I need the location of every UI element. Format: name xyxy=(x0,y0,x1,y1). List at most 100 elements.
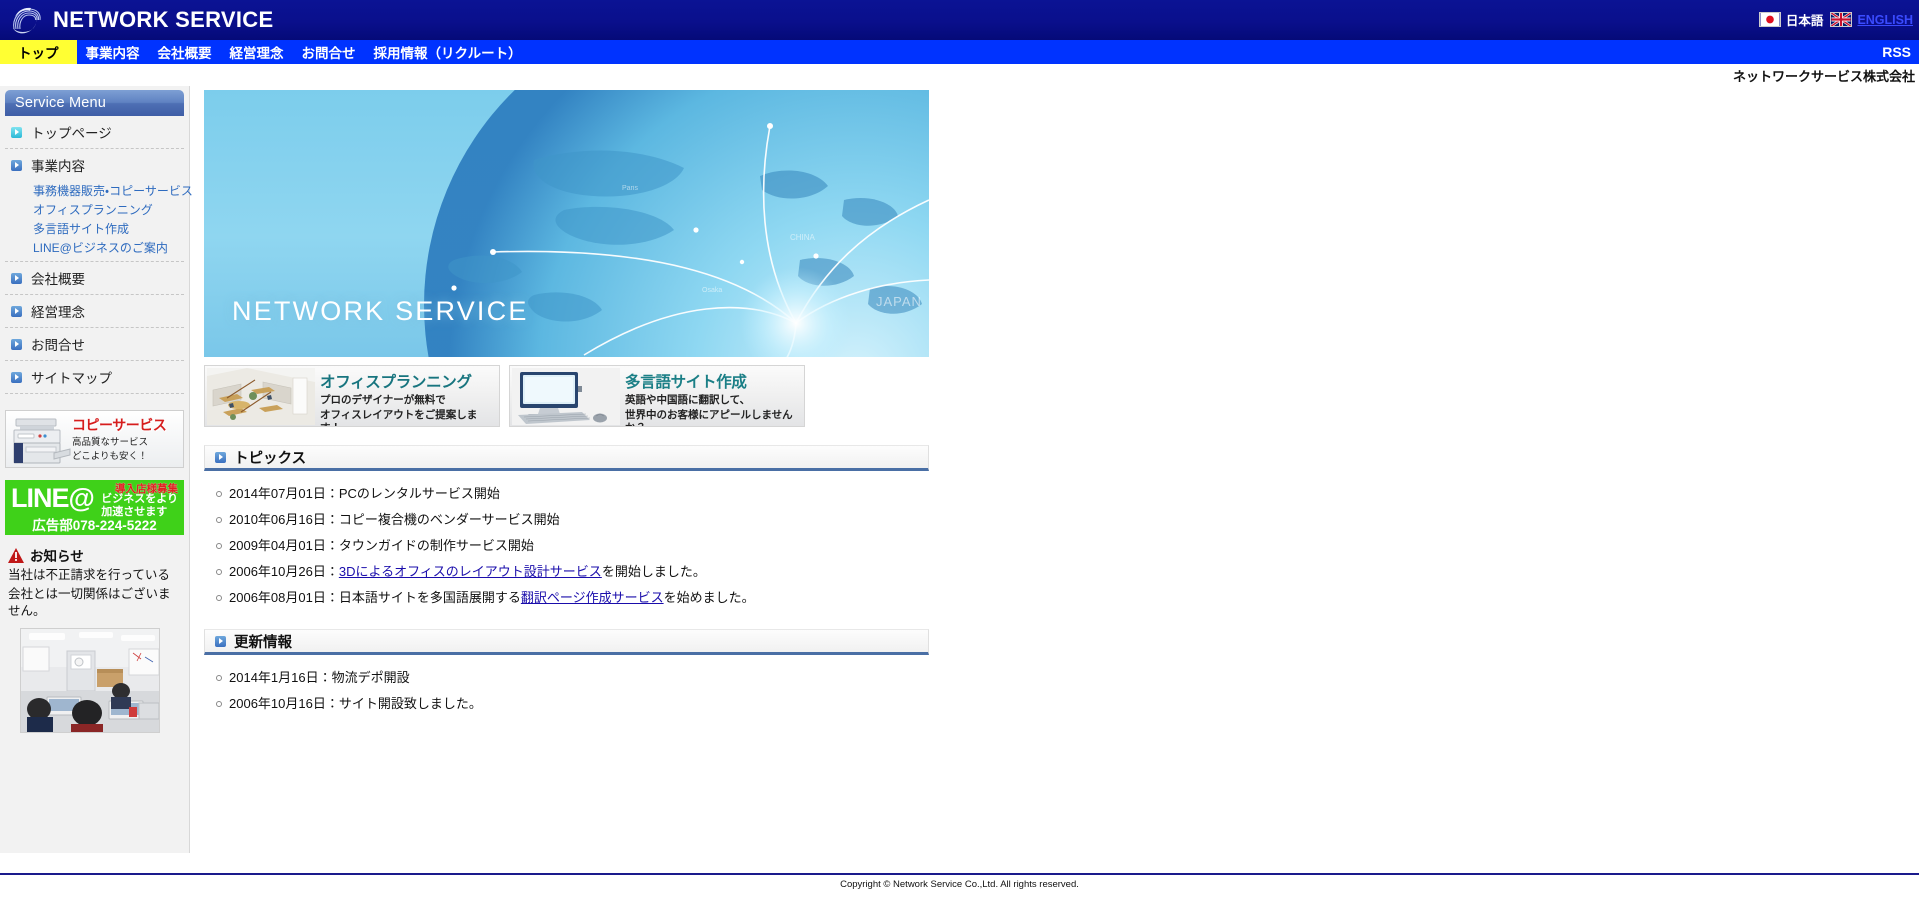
lang-english[interactable]: ENGLISH xyxy=(1830,12,1913,27)
topic-link-3d-layout[interactable]: 3Dによるオフィスのレイアウト設計サービス xyxy=(339,564,602,579)
rss-link[interactable]: RSS xyxy=(1882,40,1911,64)
topic-prefix: 2006年08月01日：日本語サイトを多国語展開する xyxy=(229,590,521,605)
list-item: 2006年08月01日：日本語サイトを多国語展開する翻訳ページ作成サービスを始め… xyxy=(204,585,930,611)
brand[interactable]: NETWORK SERVICE xyxy=(0,5,273,35)
line-business-banner[interactable]: LINE@ 導入店様募集 ビジネスをより 加速させます 広告部078-224-5… xyxy=(5,480,184,535)
promo-text: 多言語サイト作成 英語や中国語に翻訳して、 世界中のお客様にアピールしませんか？ xyxy=(625,370,800,426)
bullet-icon xyxy=(216,543,222,549)
sidebar-submenu: 事務機器販売・コピーサービス オフィスプランニング 多言語サイト作成 LINE@… xyxy=(5,181,193,262)
copier-service-banner[interactable]: コピーサービス 高品質なサービス どこよりも安く！ xyxy=(5,410,184,468)
svg-text:Paris: Paris xyxy=(622,185,638,192)
line-banner-phone: 広告部078-224-5222 xyxy=(32,518,157,533)
sidebar-item-label: 会社概要 xyxy=(31,272,85,287)
main-navigation: トップ 事業内容 会社概要 経営理念 お問合せ 採用情報（リクルート） RSS xyxy=(0,40,1919,64)
language-switcher: 日本語 ENGLISH xyxy=(1758,10,1913,29)
bullet-icon xyxy=(216,517,222,523)
lang-japanese[interactable]: 日本語 xyxy=(1758,10,1824,29)
topic-link-translation[interactable]: 翻訳ページ作成サービス xyxy=(521,590,664,605)
japan-flag-icon xyxy=(1758,12,1781,27)
copier-banner-text: コピーサービス 高品質なサービス どこよりも安く！ xyxy=(72,415,180,463)
sidebar-subitem-office-planning[interactable]: オフィスプランニング xyxy=(9,200,184,219)
swirl-logo-icon xyxy=(13,7,41,34)
topic-suffix: を開始しました。 xyxy=(601,564,706,579)
list-item: 2014年07月01日：PCのレンタルサービス開始 xyxy=(204,481,930,507)
notice-line1: 当社は不正請求を行っている xyxy=(8,568,170,582)
topics-section-header: トピックス xyxy=(204,445,929,471)
sidebar-item-label: トップページ xyxy=(31,126,112,141)
nav-item-contact[interactable]: お問合せ xyxy=(293,40,365,64)
arrow-square-icon xyxy=(11,159,22,171)
topic-text: 2006年10月26日：3Dによるオフィスのレイアウト設計サービスを開始しました… xyxy=(229,563,706,581)
nav-item-company[interactable]: 会社概要 xyxy=(149,40,221,64)
sidebar-menu: トップページ 事業内容 事務機器販売・コピーサービス オフィスプランニング 多言… xyxy=(5,116,193,394)
copier-banner-sub2: どこよりも安く！ xyxy=(72,451,148,462)
topic-text: 2006年08月01日：日本語サイトを多国語展開する翻訳ページ作成サービスを始め… xyxy=(229,589,755,607)
promo-office-planning[interactable]: オフィスプランニング プロのデザイナーが無料で オフィスレイアウトをご提案します… xyxy=(204,365,500,427)
sidebar-subitem-multilingual-site[interactable]: 多言語サイト作成 xyxy=(9,219,184,238)
list-item: 2006年10月16日：サイト開設致しました。 xyxy=(204,691,930,717)
svg-text:CHINA: CHINA xyxy=(790,233,816,242)
site-header: NETWORK SERVICE 日本語 ENGLISH xyxy=(0,0,1919,40)
list-item: 2009年04月01日：タウンガイドの制作サービス開始 xyxy=(204,533,930,559)
topic-text: 2014年07月01日：PCのレンタルサービス開始 xyxy=(229,486,500,501)
notice-line2: 会社とは一切関係はございません。 xyxy=(8,587,171,618)
desktop-computer-image xyxy=(512,368,620,425)
nav-item-business[interactable]: 事業内容 xyxy=(77,40,149,64)
updates-section-header: 更新情報 xyxy=(204,629,929,655)
promo-sub1: 英語や中国語に翻訳して、 xyxy=(625,394,751,406)
topics-heading: トピックス xyxy=(234,450,307,467)
arrow-square-icon xyxy=(11,272,22,284)
promo-multilingual-site[interactable]: 多言語サイト作成 英語や中国語に翻訳して、 世界中のお客様にアピールしませんか？ xyxy=(509,365,805,427)
sidebar-item-philosophy[interactable]: 経営理念 xyxy=(5,295,184,328)
sidebar-item-company-profile[interactable]: 会社概要 xyxy=(5,262,184,295)
promo-sub2: 世界中のお客様にアピールしませんか？ xyxy=(625,409,793,426)
hero-banner[interactable]: JAPAN CHINA Paris Osaka NETWORK SERVICE xyxy=(204,90,929,357)
sidebar-item-business[interactable]: 事業内容 xyxy=(5,149,184,181)
hero-title: NETWORK SERVICE xyxy=(232,296,529,326)
promo-sub2: オフィスレイアウトをご提案します！ xyxy=(320,409,478,426)
sidebar-subitem-office-equipment[interactable]: 事務機器販売・コピーサービス xyxy=(9,181,193,200)
line-banner-logo: LINE@ xyxy=(11,483,95,513)
arrow-square-icon xyxy=(11,338,22,350)
sidebar-subitem-line-business[interactable]: LINE@ビジネスのご案内 xyxy=(9,238,184,257)
update-text: 2006年10月16日：サイト開設致しました。 xyxy=(229,696,482,711)
list-item: 2010年06月16日：コピー複合機のベンダーサービス開始 xyxy=(204,507,930,533)
bullet-icon xyxy=(216,701,222,707)
lang-japanese-label: 日本語 xyxy=(1785,14,1824,28)
promo-text: オフィスプランニング プロのデザイナーが無料で オフィスレイアウトをご提案します… xyxy=(320,370,495,426)
sidebar-item-sitemap[interactable]: サイトマップ xyxy=(5,361,184,394)
nav-item-recruit[interactable]: 採用情報（リクルート） xyxy=(365,40,531,64)
sidebar-item-label: 経営理念 xyxy=(31,305,85,320)
bullet-icon xyxy=(216,491,222,497)
bullet-icon xyxy=(216,675,222,681)
copier-machine-image xyxy=(13,418,71,464)
promo-title: オフィスプランニング xyxy=(320,374,472,391)
list-item: 2014年1月16日：物流デポ開設 xyxy=(204,665,930,691)
sidebar: Service Menu トップページ 事業内容 事務機器販売・コピーサービス … xyxy=(0,86,193,853)
lang-english-label: ENGLISH xyxy=(1857,12,1913,27)
promo-banners: オフィスプランニング プロのデザイナーが無料で オフィスレイアウトをご提案します… xyxy=(204,365,930,427)
nav-item-philosophy[interactable]: 経営理念 xyxy=(221,40,293,64)
svg-text:Osaka: Osaka xyxy=(702,287,722,294)
list-item: 2006年10月26日：3Dによるオフィスのレイアウト設計サービスを開始しました… xyxy=(204,559,930,585)
copyright-text: Copyright © Network Service Co.,Ltd. All… xyxy=(840,879,1079,890)
office-layout-image xyxy=(207,368,315,425)
copier-banner-sub1: 高品質なサービス xyxy=(72,437,149,448)
topic-prefix: 2006年10月26日： xyxy=(229,564,339,579)
uk-flag-icon xyxy=(1830,12,1853,27)
warning-triangle-icon xyxy=(8,547,24,563)
topic-suffix: を始めました。 xyxy=(663,590,755,605)
sidebar-item-contact[interactable]: お問合せ xyxy=(5,328,184,361)
brand-name: NETWORK SERVICE xyxy=(53,7,274,32)
office-photo-image xyxy=(21,629,159,732)
notice-block: お知らせ 当社は不正請求を行っている 会社とは一切関係はございません。 xyxy=(8,545,181,620)
sidebar-item-top-page[interactable]: トップページ xyxy=(5,116,184,149)
arrow-square-icon xyxy=(215,451,226,463)
bullet-icon xyxy=(216,569,222,575)
nav-item-top[interactable]: トップ xyxy=(0,40,77,64)
copier-banner-title: コピーサービス xyxy=(72,417,167,433)
arrow-square-icon xyxy=(11,371,22,383)
topic-text: 2009年04月01日：タウンガイドの制作サービス開始 xyxy=(229,538,534,553)
update-text: 2014年1月16日：物流デポ開設 xyxy=(229,670,410,685)
